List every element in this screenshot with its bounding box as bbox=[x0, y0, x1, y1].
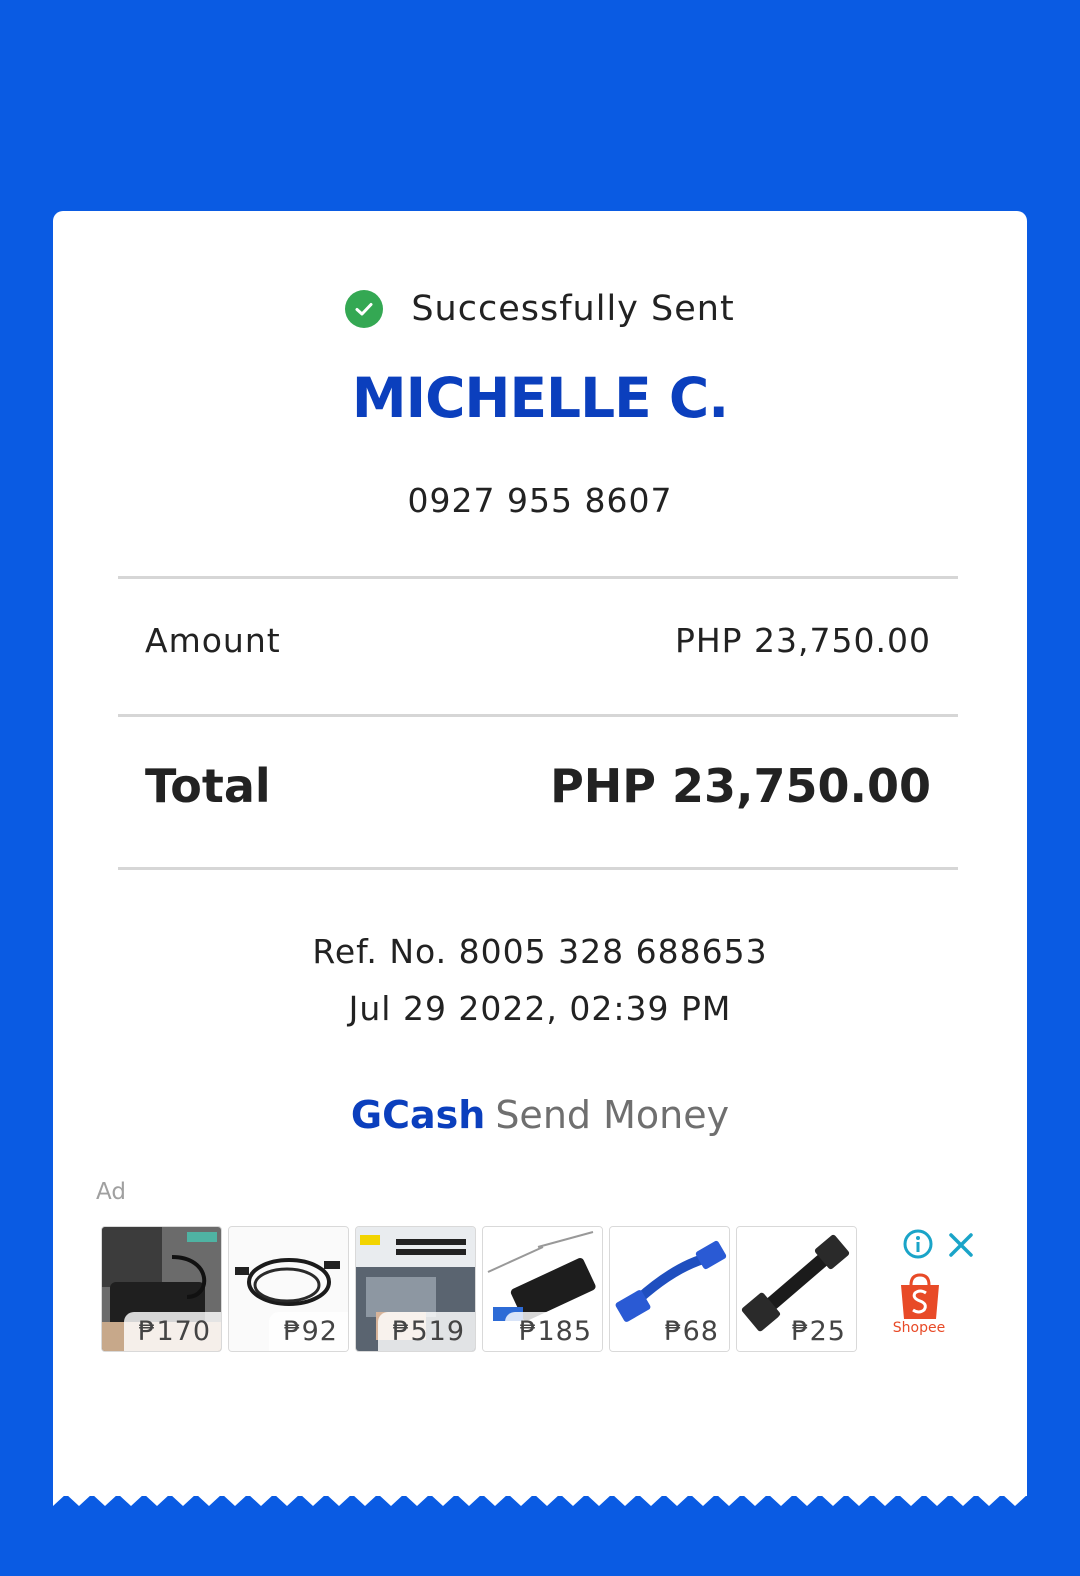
reference-number: Ref. No. 8005 328 688653 bbox=[312, 932, 768, 971]
ad-product-card[interactable]: ₱185 bbox=[482, 1226, 603, 1352]
divider bbox=[118, 576, 958, 579]
status-row: Successfully Sent bbox=[53, 287, 1027, 331]
product-price: ₱25 bbox=[777, 1312, 856, 1351]
receipt-card: Successfully Sent MICHELLE C. 0927 955 8… bbox=[53, 211, 1027, 1496]
total-label: Total bbox=[145, 759, 271, 813]
transaction-datetime: Jul 29 2022, 02:39 PM bbox=[348, 989, 732, 1028]
amount-value: PHP 23,750.00 bbox=[674, 620, 931, 660]
brand-footer: GCash Send Money bbox=[53, 1093, 1027, 1137]
receipt-torn-edge bbox=[53, 1494, 1027, 1506]
product-price: ₱519 bbox=[378, 1312, 475, 1351]
close-icon[interactable] bbox=[947, 1231, 975, 1259]
ad-product-card[interactable]: ₱519 bbox=[355, 1226, 476, 1352]
ad-product-card[interactable]: ₱68 bbox=[609, 1226, 730, 1352]
total-value: PHP 23,750.00 bbox=[550, 759, 931, 813]
status-text: Successfully Sent bbox=[411, 289, 735, 329]
product-price: ₱92 bbox=[269, 1312, 348, 1351]
transaction-details: Ref. No. 8005 328 688653 Jul 29 2022, 02… bbox=[53, 923, 1027, 1037]
ad-product-card[interactable]: ₱25 bbox=[736, 1226, 857, 1352]
divider bbox=[118, 867, 958, 870]
product-price: ₱68 bbox=[650, 1312, 729, 1351]
recipient-name: MICHELLE C. bbox=[351, 366, 729, 430]
amount-label: Amount bbox=[145, 620, 281, 660]
divider bbox=[118, 714, 958, 717]
ad-controls bbox=[903, 1229, 983, 1269]
shopee-logo-icon[interactable] bbox=[892, 1273, 948, 1353]
total-row: Total PHP 23,750.00 bbox=[145, 756, 931, 816]
ad-product-strip[interactable]: ₱170 ₱92 ₱519 ₱185 ₱68 ₱25 bbox=[101, 1226, 857, 1352]
product-price: ₱170 bbox=[124, 1312, 221, 1351]
info-icon[interactable] bbox=[903, 1229, 933, 1259]
ad-label: Ad bbox=[96, 1179, 126, 1205]
check-circle-icon bbox=[345, 290, 384, 328]
ad-product-card[interactable]: ₱92 bbox=[228, 1226, 349, 1352]
gcash-logo-text: GCash bbox=[350, 1093, 486, 1137]
amount-row: Amount PHP 23,750.00 bbox=[145, 615, 931, 665]
product-price: ₱185 bbox=[505, 1312, 602, 1351]
service-name: Send Money bbox=[495, 1093, 730, 1137]
ad-product-card[interactable]: ₱170 bbox=[101, 1226, 222, 1352]
shopee-label: Shopee bbox=[892, 1320, 946, 1336]
recipient-phone: 0927 955 8607 bbox=[407, 481, 673, 520]
